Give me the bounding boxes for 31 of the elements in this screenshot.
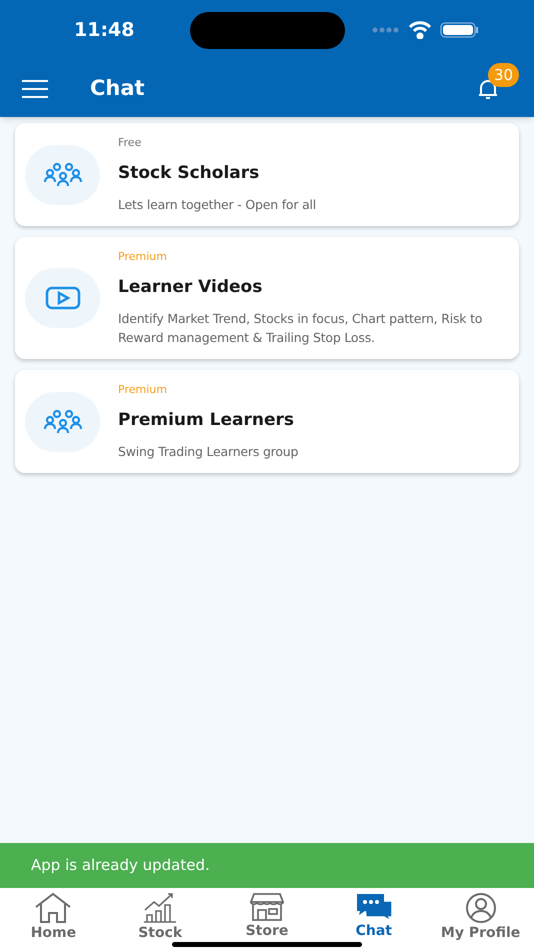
people-group-icon	[42, 408, 82, 434]
chat-title: Stock Scholars	[118, 162, 260, 184]
tab-item[interactable]: Home	[0, 888, 107, 944]
menu-button[interactable]	[22, 80, 48, 98]
chat-card[interactable]: Premium Learner Videos Identify Market Trend, Stocks in focus, Chart pattern, Risk to Reward management & Trailing Stop Loss.	[15, 237, 519, 359]
tier-label: Premium	[118, 382, 168, 398]
tier-label: Premium	[118, 249, 168, 265]
status-time: 11:48	[74, 18, 134, 43]
play-video-icon	[44, 286, 80, 310]
tab-item[interactable]: My Profile	[427, 888, 534, 944]
page-title: Chat	[90, 74, 145, 102]
storefront-icon	[248, 892, 286, 922]
battery-icon	[440, 22, 480, 38]
bar-chart-icon	[142, 892, 178, 924]
chat-title: Learner Videos	[118, 276, 264, 298]
tier-label: Free	[118, 135, 142, 151]
tab-item[interactable]: Stock	[106, 888, 214, 944]
chat-title: Premium Learners	[118, 408, 296, 432]
tab-item[interactable]: Store	[214, 888, 320, 944]
chat-description: Swing Trading Learners group	[118, 443, 298, 461]
tab-item[interactable]: Chat	[320, 888, 428, 944]
signal-dots-icon	[372, 27, 400, 33]
home-icon	[34, 892, 72, 924]
chat-description: Lets learn together - Open for all	[118, 196, 316, 214]
notification-badge: 30	[488, 62, 520, 87]
chat-card[interactable]: Free Stock Scholars Lets learn together - Open for all	[15, 123, 519, 226]
chat-description: Identify Market Trend, Stocks in focus, Chart pattern, Risk to Reward management & Trailing Stop Loss.	[118, 310, 484, 347]
toast-message: App is already updated.	[31, 855, 210, 876]
chat-card[interactable]: Premium Premium Learners Swing Trading Learners group	[15, 370, 519, 473]
wifi-icon	[408, 21, 432, 39]
people-group-icon	[42, 162, 82, 188]
